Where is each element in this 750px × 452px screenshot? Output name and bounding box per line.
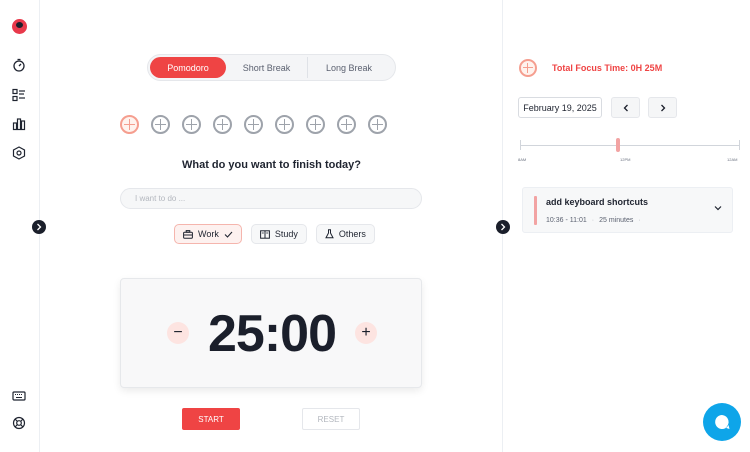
chat-bubble-icon <box>715 415 730 429</box>
category-work-label: Work <box>198 229 219 239</box>
session-title: add keyboard shortcuts <box>546 197 649 207</box>
session-indicator <box>151 115 170 134</box>
category-others-label: Others <box>338 229 366 239</box>
timeline-tick <box>739 140 740 150</box>
timeline-session-marker[interactable] <box>616 138 620 152</box>
timeline-label-mid: 12PM <box>620 157 631 162</box>
timer-display: 25:00 <box>208 305 337 363</box>
date-picker[interactable]: February 19, 2025 <box>518 97 602 118</box>
previous-day-button[interactable] <box>611 97 640 118</box>
timer-card: − 25:00 + <box>120 278 422 388</box>
focus-target-icon <box>519 59 537 77</box>
session-indicator <box>213 115 232 134</box>
mode-tabs: Pomodoro Short Break Long Break <box>147 54 396 81</box>
tab-pomodoro[interactable]: Pomodoro <box>150 57 226 78</box>
task-list-icon[interactable] <box>11 87 27 103</box>
session-indicator <box>275 115 294 134</box>
chevron-down-icon[interactable] <box>714 205 722 211</box>
task-question: What do you want to finish today? <box>181 159 362 171</box>
session-indicator <box>120 115 139 134</box>
tab-short-break[interactable]: Short Break <box>226 57 308 78</box>
app-logo[interactable] <box>12 19 27 34</box>
book-icon <box>259 229 270 239</box>
dot-separator: · <box>638 217 641 224</box>
timer-icon[interactable] <box>11 57 27 73</box>
category-study-button[interactable]: Study <box>250 224 307 244</box>
category-study-label: Study <box>274 229 298 239</box>
task-input[interactable] <box>120 188 422 209</box>
session-indicator <box>368 115 387 134</box>
chat-support-button[interactable] <box>703 403 741 441</box>
session-card[interactable]: add keyboard shortcuts 10:36 - 11:01 · 2… <box>522 187 733 233</box>
session-indicator <box>337 115 356 134</box>
flask-icon <box>325 229 334 239</box>
check-icon <box>224 231 233 238</box>
session-color-bar <box>534 196 537 225</box>
timeline-label-start: 8AM <box>518 157 527 162</box>
settings-icon[interactable] <box>11 145 27 161</box>
tab-long-break[interactable]: Long Break <box>308 57 390 78</box>
briefcase-icon <box>183 229 193 239</box>
timeline-axis <box>520 145 739 146</box>
category-work-button[interactable]: Work <box>174 224 242 244</box>
session-indicator <box>244 115 263 134</box>
reset-button[interactable]: RESET <box>302 408 360 430</box>
session-meta: 10:36 - 11:01 · 25 minutes · <box>546 217 641 224</box>
dot-separator: · <box>591 217 595 224</box>
session-indicator <box>306 115 325 134</box>
session-indicators <box>120 115 387 134</box>
chevron-right-icon <box>660 104 665 111</box>
main-content: Pomodoro Short Break Long Break What do … <box>40 0 503 452</box>
next-day-button[interactable] <box>648 97 677 118</box>
category-others-button[interactable]: Others <box>315 224 375 244</box>
keyboard-icon[interactable] <box>11 388 27 404</box>
total-focus-time: Total Focus Time: 0H 25M <box>552 63 663 73</box>
session-duration: 25 minutes <box>599 217 634 224</box>
increase-time-button[interactable]: + <box>355 322 377 344</box>
timeline-label-end: 12AM <box>727 157 738 162</box>
category-selector: Work Study Others <box>174 224 375 244</box>
stats-icon[interactable] <box>11 116 27 132</box>
history-panel: Total Focus Time: 0H 25M February 19, 20… <box>503 0 750 452</box>
help-icon[interactable] <box>11 415 27 431</box>
timeline-tick <box>520 140 521 150</box>
chevron-left-icon <box>623 104 628 111</box>
start-button[interactable]: START <box>182 408 240 430</box>
session-indicator <box>182 115 201 134</box>
session-time-range: 10:36 - 11:01 <box>546 217 587 224</box>
